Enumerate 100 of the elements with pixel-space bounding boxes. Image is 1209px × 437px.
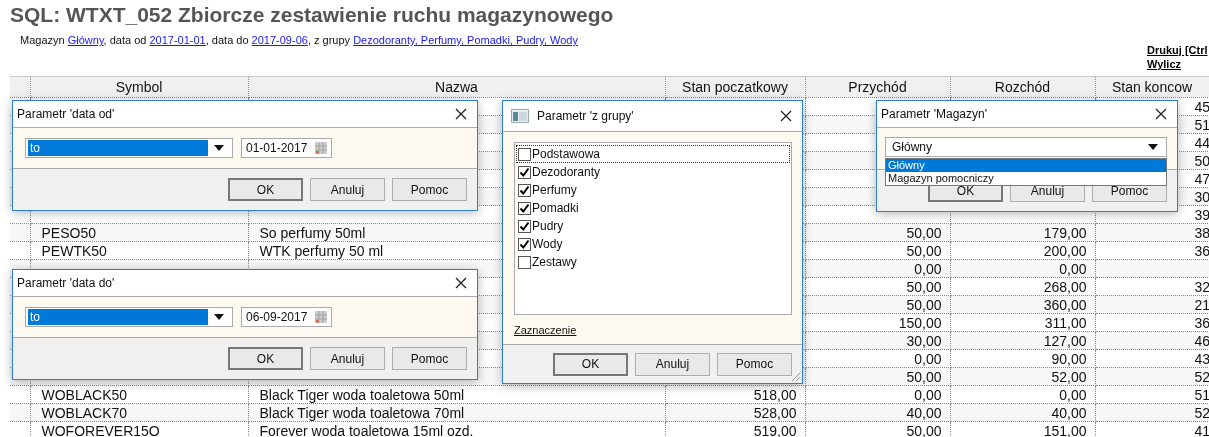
dialog-button[interactable]: Pomoc — [392, 347, 467, 370]
checkbox-label[interactable]: Dezodoranty — [532, 165, 601, 179]
dropdown-arrow-icon — [214, 145, 224, 151]
close-icon[interactable] — [780, 110, 792, 122]
table-cell: 41 — [1194, 422, 1209, 437]
table-cell: 43 — [1194, 350, 1209, 367]
checkbox[interactable] — [518, 165, 531, 179]
table-cell: 40,00 — [1051, 404, 1087, 421]
table-cell: 30,00 — [906, 332, 942, 349]
table-cell: 50,00 — [906, 278, 942, 295]
table-cell: 52 — [1194, 404, 1209, 421]
table-cell: 50,00 — [906, 224, 942, 241]
checkbox-label[interactable]: Podstawowa — [532, 147, 601, 161]
checkbox-label[interactable]: Zestawy — [532, 255, 577, 269]
table-cell: WOBLACK70 — [41, 404, 128, 421]
table-cell: 32 — [1194, 278, 1209, 295]
filter-link[interactable]: Dezodoranty, Perfumy, Pomadki, Pudry, Wody — [353, 34, 578, 46]
action-link[interactable]: Wylicz — [1147, 57, 1209, 71]
checkbox[interactable] — [518, 237, 531, 251]
checkbox-label[interactable]: Perfumy — [532, 183, 577, 197]
filter-link[interactable]: 2017-01-01 — [149, 34, 206, 46]
table-cell: 30 — [1194, 188, 1209, 205]
table-cell: PESO50 — [41, 224, 96, 241]
table-cell: 0,00 — [914, 386, 942, 403]
table-cell: 90,00 — [1051, 350, 1087, 367]
table-cell: 46 — [1194, 332, 1209, 349]
column-header[interactable]: Symbol — [30, 76, 248, 98]
checkbox[interactable] — [518, 219, 531, 233]
report-title: SQL: WTXT_052 Zbiorcze zestawienie ruchu magazynowego — [10, 4, 614, 26]
warehouse-dropdown[interactable]: Główny — [885, 137, 1167, 157]
table-cell: WOBLACK50 — [41, 386, 128, 403]
table-cell: 39 — [1194, 206, 1209, 223]
table-cell: 38 — [1194, 224, 1209, 241]
checkbox[interactable] — [518, 183, 531, 197]
close-icon[interactable] — [455, 277, 467, 289]
close-icon[interactable] — [1155, 108, 1167, 120]
table-cell: 127,00 — [1043, 332, 1087, 349]
checkbox[interactable] — [518, 255, 531, 269]
dialog-title: Parametr 'data do' — [17, 276, 116, 290]
table-cell: 518,00 — [753, 386, 797, 403]
table-cell: Forever woda toaletowa 15ml ozd. — [259, 422, 474, 437]
dialog-title: Parametr 'data od' — [17, 107, 116, 121]
dialog-button[interactable]: OK — [228, 178, 303, 201]
table-cell: 45 — [1194, 98, 1209, 115]
column-header[interactable]: Rozchód — [950, 76, 1095, 98]
table-cell: 0,00 — [1059, 386, 1087, 403]
column-header[interactable]: Stan koncow — [1095, 76, 1209, 98]
dialog-button[interactable]: Pomoc — [392, 178, 467, 201]
table-cell: 519,00 — [753, 422, 797, 437]
column-header[interactable]: Stan poczatkowy — [665, 76, 805, 98]
dialog-button[interactable]: Pomoc — [717, 352, 792, 376]
table-cell: 268,00 — [1043, 278, 1087, 295]
dialog-button[interactable]: Anuluj — [310, 178, 385, 201]
operator-dropdown[interactable]: to — [25, 307, 233, 327]
column-header[interactable]: Nazwa — [248, 76, 665, 98]
column-header[interactable]: Przychód — [805, 76, 950, 98]
close-icon[interactable] — [455, 108, 467, 120]
dialog-title: Parametr 'Magazyn' — [881, 107, 988, 121]
table-cell: 36 — [1194, 242, 1209, 259]
checkbox-label[interactable]: Pudry — [532, 219, 564, 233]
table-cell: 50,00 — [906, 242, 942, 259]
table-cell: 52 — [1194, 368, 1209, 385]
table-cell: So perfumy 50ml — [259, 224, 366, 241]
dialog-button[interactable]: Anuluj — [310, 347, 385, 370]
dropdown-arrow-icon — [214, 314, 224, 320]
table-cell: WOFOREVER15O — [41, 422, 160, 437]
dialog-title: Parametr 'z grupy' — [537, 109, 635, 123]
operator-dropdown[interactable]: to — [25, 138, 233, 158]
date-field[interactable]: 01-01-2017 — [241, 138, 332, 158]
table-cell: 50,00 — [906, 368, 942, 385]
filter-link[interactable]: Główny — [67, 34, 104, 46]
table-cell: 36 — [1194, 314, 1209, 331]
checkbox-label[interactable]: Wody — [532, 237, 563, 251]
table-cell: WTK perfumy 50 ml — [259, 242, 384, 259]
table-cell: 0,00 — [1059, 260, 1087, 277]
dropdown-arrow-icon — [1148, 144, 1158, 150]
selection-link[interactable]: Zaznaczenie — [514, 324, 577, 336]
resize-grip-icon[interactable] — [790, 371, 801, 382]
table-cell: 44 — [1194, 134, 1209, 151]
date-field[interactable]: 06-09-2017 — [241, 307, 332, 327]
dropdown-option[interactable]: Główny — [886, 159, 1166, 172]
dialog-button[interactable]: OK — [228, 347, 303, 370]
action-link[interactable]: Drukuj [Ctrl — [1147, 43, 1209, 57]
window-icon — [511, 109, 529, 123]
filter-link[interactable]: 2017-09-06 — [251, 34, 308, 46]
dialog-button[interactable]: Anuluj — [635, 352, 710, 376]
table-cell: 528,00 — [753, 404, 797, 421]
table-cell: 0,00 — [914, 260, 942, 277]
filter-summary: Magazyn Główny, data od 2017-01-01, data do 2017-09-06, z grupy Dezodoranty, Perfumy, Pomadki, Pudry, Wody — [20, 33, 579, 47]
dialog-button[interactable]: OK — [553, 352, 628, 376]
table-cell: 311,00 — [1044, 314, 1087, 331]
table-cell: 179,00 — [1043, 224, 1087, 241]
table-cell: 50,00 — [906, 422, 942, 437]
checkbox-label[interactable]: Pomadki — [532, 201, 579, 215]
table-cell: 21 — [1194, 296, 1209, 313]
table-cell: 47 — [1194, 170, 1209, 187]
table-cell: 52,00 — [1051, 368, 1087, 385]
table-cell: 50,00 — [906, 296, 942, 313]
checkbox[interactable] — [518, 201, 531, 215]
checkbox[interactable] — [518, 147, 531, 161]
